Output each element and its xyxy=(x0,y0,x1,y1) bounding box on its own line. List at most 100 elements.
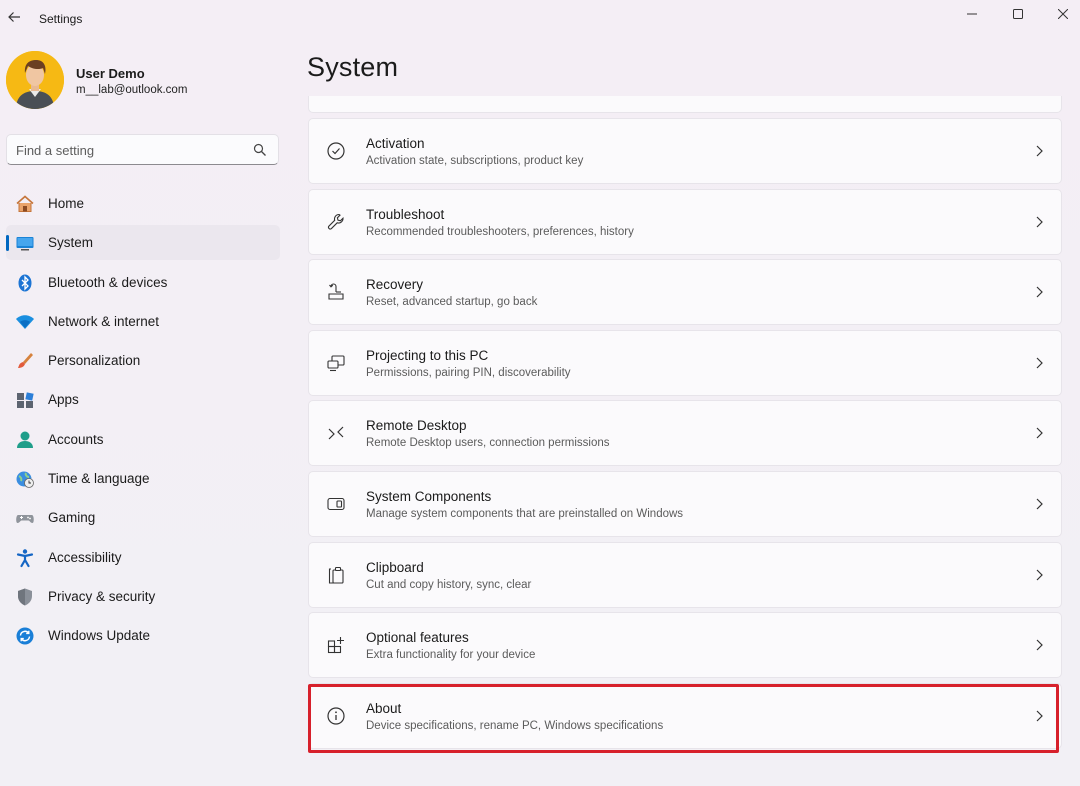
sidebar-item-home[interactable]: Home xyxy=(6,186,280,221)
search-input[interactable] xyxy=(16,141,246,159)
card-title: Troubleshoot xyxy=(366,206,445,222)
title-bar: Settings xyxy=(0,0,1080,38)
accessibility-icon xyxy=(15,548,35,568)
maximize-button[interactable] xyxy=(995,0,1041,28)
components-icon xyxy=(325,493,347,515)
search-icon[interactable] xyxy=(253,143,267,157)
settings-card-list: Activation Activation state, subscriptio… xyxy=(308,118,1062,753)
globe-clock-icon xyxy=(15,469,35,489)
remote-desktop-icon xyxy=(325,422,347,444)
app-title: Settings xyxy=(39,12,83,26)
sidebar-item-label: Gaming xyxy=(48,510,96,526)
minimize-button[interactable] xyxy=(949,0,995,28)
card-description: Device specifications, rename PC, Window… xyxy=(366,719,664,732)
sidebar-item-privacy-security[interactable]: Privacy & security xyxy=(6,579,280,614)
sidebar-item-personalization[interactable]: Personalization xyxy=(6,343,280,378)
card-title: Remote Desktop xyxy=(366,418,467,434)
sidebar-item-network[interactable]: Network & internet xyxy=(6,304,280,339)
card-description: Manage system components that are preins… xyxy=(366,507,684,520)
chevron-right-icon xyxy=(1036,216,1043,228)
card-clipboard[interactable]: Clipboard Cut and copy history, sync, cl… xyxy=(308,541,1062,608)
user-avatar-icon xyxy=(6,51,64,109)
sidebar-item-label: Home xyxy=(48,196,85,211)
sidebar-item-label: Bluetooth & devices xyxy=(48,274,168,290)
chevron-right-icon xyxy=(1036,357,1043,369)
card-description: Reset, advanced startup, go back xyxy=(366,296,538,309)
back-button[interactable] xyxy=(4,7,24,27)
chevron-right-icon xyxy=(1036,498,1043,510)
chevron-right-icon xyxy=(1036,569,1043,580)
chevron-right-icon xyxy=(1036,286,1043,298)
sidebar-item-label: Privacy & security xyxy=(48,588,156,604)
card-recovery[interactable]: Recovery Reset, advanced startup, go bac… xyxy=(308,259,1062,326)
chevron-right-icon xyxy=(1036,710,1043,722)
sidebar-item-windows-update[interactable]: Windows Update xyxy=(6,618,280,653)
sidebar-item-apps[interactable]: Apps xyxy=(6,382,280,417)
card-system-components[interactable]: System Components Manage system componen… xyxy=(308,470,1062,537)
card-activation[interactable]: Activation Activation state, subscriptio… xyxy=(308,118,1062,184)
sidebar-item-label: Accessibility xyxy=(48,549,122,565)
apps-icon xyxy=(15,390,35,410)
check-circle-icon xyxy=(325,140,347,162)
card-description: Remote Desktop users, connection permiss… xyxy=(366,437,610,450)
page-title: System xyxy=(307,52,399,82)
sidebar-item-accessibility[interactable]: Accessibility xyxy=(6,540,280,575)
update-icon xyxy=(15,626,35,646)
info-icon xyxy=(325,705,347,727)
card-title: Optional features xyxy=(366,630,469,646)
card-about[interactable]: About Device specifications, rename PC, … xyxy=(308,682,1062,749)
user-name: User Demo xyxy=(76,66,145,81)
system-icon xyxy=(15,233,35,253)
shield-icon xyxy=(15,587,35,607)
gamepad-icon xyxy=(15,508,35,528)
sidebar-item-label: Apps xyxy=(48,392,79,408)
chevron-right-icon xyxy=(1036,145,1043,157)
sidebar-item-label: Personalization xyxy=(48,353,141,369)
sidebar-item-label: Network & internet xyxy=(48,313,160,329)
card-title: Recovery xyxy=(366,277,424,293)
search-box[interactable] xyxy=(6,134,279,165)
wrench-icon xyxy=(325,211,347,233)
card-projecting[interactable]: Projecting to this PC Permissions, pairi… xyxy=(308,329,1062,396)
sidebar-item-system[interactable]: System xyxy=(6,225,280,261)
card-description: Activation state, subscriptions, product… xyxy=(366,155,584,167)
sidebar-item-label: Time & language xyxy=(48,471,150,487)
home-icon xyxy=(15,194,35,214)
brush-icon xyxy=(15,351,35,371)
card-title: Activation xyxy=(366,136,425,151)
sidebar-nav: Home System Bluetooth & devices Network … xyxy=(6,186,280,658)
chevron-right-icon xyxy=(1036,427,1043,439)
card-title: About xyxy=(366,700,402,716)
sidebar-item-bluetooth[interactable]: Bluetooth & devices xyxy=(6,265,280,300)
selection-indicator xyxy=(6,235,9,252)
sidebar-item-label: Windows Update xyxy=(48,628,151,644)
add-grid-icon xyxy=(325,634,347,656)
card-description: Recommended troubleshooters, preferences… xyxy=(366,225,634,238)
card-description: Extra functionality for your device xyxy=(366,649,536,662)
card-remote-desktop[interactable]: Remote Desktop Remote Desktop users, con… xyxy=(308,400,1062,467)
projector-icon xyxy=(325,352,347,374)
clipboard-icon xyxy=(325,564,347,586)
minimize-icon xyxy=(967,13,977,15)
scrolled-card-partial xyxy=(308,96,1062,113)
back-arrow-icon xyxy=(8,12,20,22)
close-icon xyxy=(1058,9,1068,19)
sidebar-item-label: Accounts xyxy=(48,431,104,447)
sidebar-item-gaming[interactable]: Gaming xyxy=(6,500,280,535)
card-description: Cut and copy history, sync, clear xyxy=(366,578,532,591)
account-icon xyxy=(15,430,35,450)
card-title: System Components xyxy=(366,488,492,504)
card-troubleshoot[interactable]: Troubleshoot Recommended troubleshooters… xyxy=(308,188,1062,255)
maximize-icon xyxy=(1013,9,1023,19)
avatar[interactable] xyxy=(6,51,64,109)
sidebar-item-time-language[interactable]: Time & language xyxy=(6,461,280,496)
recovery-icon xyxy=(325,281,347,303)
user-email: m__lab@outlook.com xyxy=(76,84,188,96)
sidebar-item-label: System xyxy=(48,235,94,251)
sidebar-item-accounts[interactable]: Accounts xyxy=(6,422,280,457)
card-description: Permissions, pairing PIN, discoverabilit… xyxy=(366,366,571,379)
card-optional-features[interactable]: Optional features Extra functionality fo… xyxy=(308,612,1062,679)
close-button[interactable] xyxy=(1040,0,1080,28)
card-title: Projecting to this PC xyxy=(366,347,489,363)
chevron-right-icon xyxy=(1036,639,1043,651)
